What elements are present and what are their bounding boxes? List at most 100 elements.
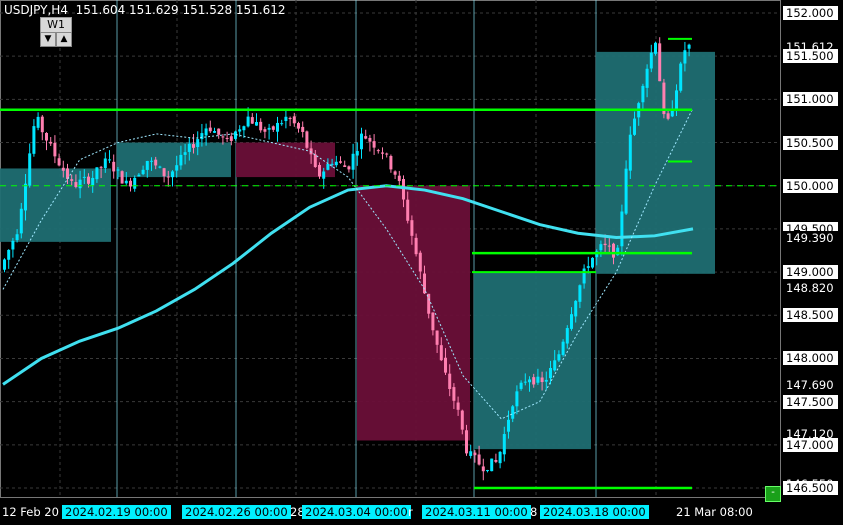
candle-body bbox=[519, 382, 523, 389]
candle-body bbox=[511, 406, 515, 419]
timeframe-badge[interactable]: W1 bbox=[40, 17, 72, 33]
candle-body bbox=[578, 285, 582, 302]
candle-body bbox=[7, 249, 11, 260]
price-label: 147.000 bbox=[783, 437, 838, 452]
candle-body bbox=[45, 132, 48, 141]
candle-body bbox=[305, 131, 309, 148]
candle-body bbox=[523, 381, 527, 383]
candle-body bbox=[633, 118, 636, 135]
candle-body bbox=[452, 387, 456, 401]
candle-body bbox=[397, 175, 401, 182]
candle-body bbox=[586, 266, 590, 268]
price-label: 148.820 bbox=[783, 280, 838, 295]
candle-body bbox=[187, 143, 191, 152]
candle-body bbox=[19, 208, 23, 234]
candle-body bbox=[171, 171, 174, 178]
candle-body bbox=[196, 139, 200, 148]
candle-body bbox=[301, 126, 305, 132]
candle-body bbox=[658, 43, 662, 82]
candle-body bbox=[599, 244, 603, 251]
candle-body bbox=[389, 156, 393, 170]
candle-body bbox=[91, 177, 95, 186]
candle-body bbox=[53, 143, 57, 157]
ohlc-values: 151.604 151.629 151.528 151.612 bbox=[75, 3, 286, 17]
symbol-header: USDJPY,H4 151.604 151.629 151.528 151.61… bbox=[4, 3, 286, 17]
price-chart[interactable] bbox=[0, 0, 843, 525]
candle-body bbox=[448, 373, 452, 389]
scroll-up-icon[interactable]: ▲ bbox=[56, 32, 72, 47]
candle-body bbox=[406, 199, 410, 221]
candle-body bbox=[515, 391, 519, 407]
candle-body bbox=[469, 451, 473, 456]
candle-body bbox=[238, 129, 242, 132]
chart-window[interactable]: { "header": { "symbol": "USDJPY,H4", "oh… bbox=[0, 0, 843, 525]
candle-body bbox=[553, 360, 557, 371]
zone-rect bbox=[357, 185, 470, 441]
candle-body bbox=[347, 166, 351, 170]
price-label: 147.500 bbox=[783, 394, 838, 409]
candle-body bbox=[456, 402, 460, 410]
candle-body bbox=[313, 154, 317, 167]
candle-body bbox=[607, 245, 611, 247]
candle-body bbox=[473, 452, 477, 456]
candle-body bbox=[32, 126, 36, 154]
candle-body bbox=[57, 158, 61, 166]
price-label: 150.000 bbox=[783, 178, 838, 193]
time-label-highlight: 2024.02.19 00:00 bbox=[62, 505, 171, 519]
candle-body bbox=[481, 466, 485, 472]
time-label: 12 Feb 20 bbox=[2, 505, 59, 519]
candle-body bbox=[166, 176, 170, 178]
time-label-highlight: 2024.02.26 00:00 bbox=[182, 505, 291, 519]
candle-body bbox=[612, 243, 615, 258]
candle-body bbox=[120, 171, 124, 184]
candle-body bbox=[276, 122, 279, 132]
price-label: 149.390 bbox=[783, 231, 838, 246]
candle-body bbox=[683, 50, 687, 64]
candle-body bbox=[507, 419, 510, 432]
candle-body bbox=[280, 123, 284, 125]
candle-body bbox=[364, 136, 368, 139]
candle-body bbox=[246, 116, 250, 127]
candle-body bbox=[376, 150, 380, 152]
scroll-down-icon[interactable]: ▼ bbox=[40, 32, 56, 47]
candle-body bbox=[192, 144, 195, 148]
candle-body bbox=[502, 434, 506, 455]
candle-body bbox=[641, 85, 645, 103]
candle-body bbox=[381, 152, 384, 154]
candle-body bbox=[654, 42, 657, 54]
candle-body bbox=[208, 127, 212, 132]
candle-body bbox=[372, 141, 376, 148]
candle-body bbox=[360, 133, 363, 150]
candle-body bbox=[544, 379, 548, 382]
candle-body bbox=[108, 159, 111, 161]
candle-body bbox=[435, 330, 439, 345]
symbol-label: USDJPY,H4 bbox=[4, 3, 68, 17]
candle-body bbox=[288, 117, 292, 119]
candle-body bbox=[536, 376, 540, 383]
candle-body bbox=[61, 167, 65, 171]
candle-body bbox=[259, 121, 263, 131]
candle-body bbox=[36, 116, 40, 128]
corner-button[interactable]: - bbox=[765, 486, 781, 502]
price-label: 148.500 bbox=[783, 308, 838, 323]
candle-body bbox=[628, 134, 632, 171]
candle-body bbox=[263, 129, 267, 132]
price-label: 151.500 bbox=[783, 49, 838, 64]
price-label: 150.500 bbox=[783, 135, 838, 150]
candle-body bbox=[557, 354, 561, 361]
candle-body bbox=[250, 117, 254, 124]
candle-body bbox=[318, 164, 321, 177]
price-label: 147.690 bbox=[783, 378, 838, 393]
price-label: 146.500 bbox=[783, 481, 838, 495]
candle-body bbox=[339, 161, 342, 163]
candle-body bbox=[74, 182, 78, 187]
candle-body bbox=[297, 123, 300, 129]
candle-body bbox=[28, 153, 32, 186]
candle-body bbox=[423, 273, 426, 294]
price-label: 151.000 bbox=[783, 92, 838, 107]
candle-body bbox=[687, 44, 691, 49]
candle-body bbox=[351, 153, 355, 170]
candle-body bbox=[116, 169, 120, 171]
candle-body bbox=[99, 166, 103, 168]
candle-body bbox=[179, 154, 183, 166]
